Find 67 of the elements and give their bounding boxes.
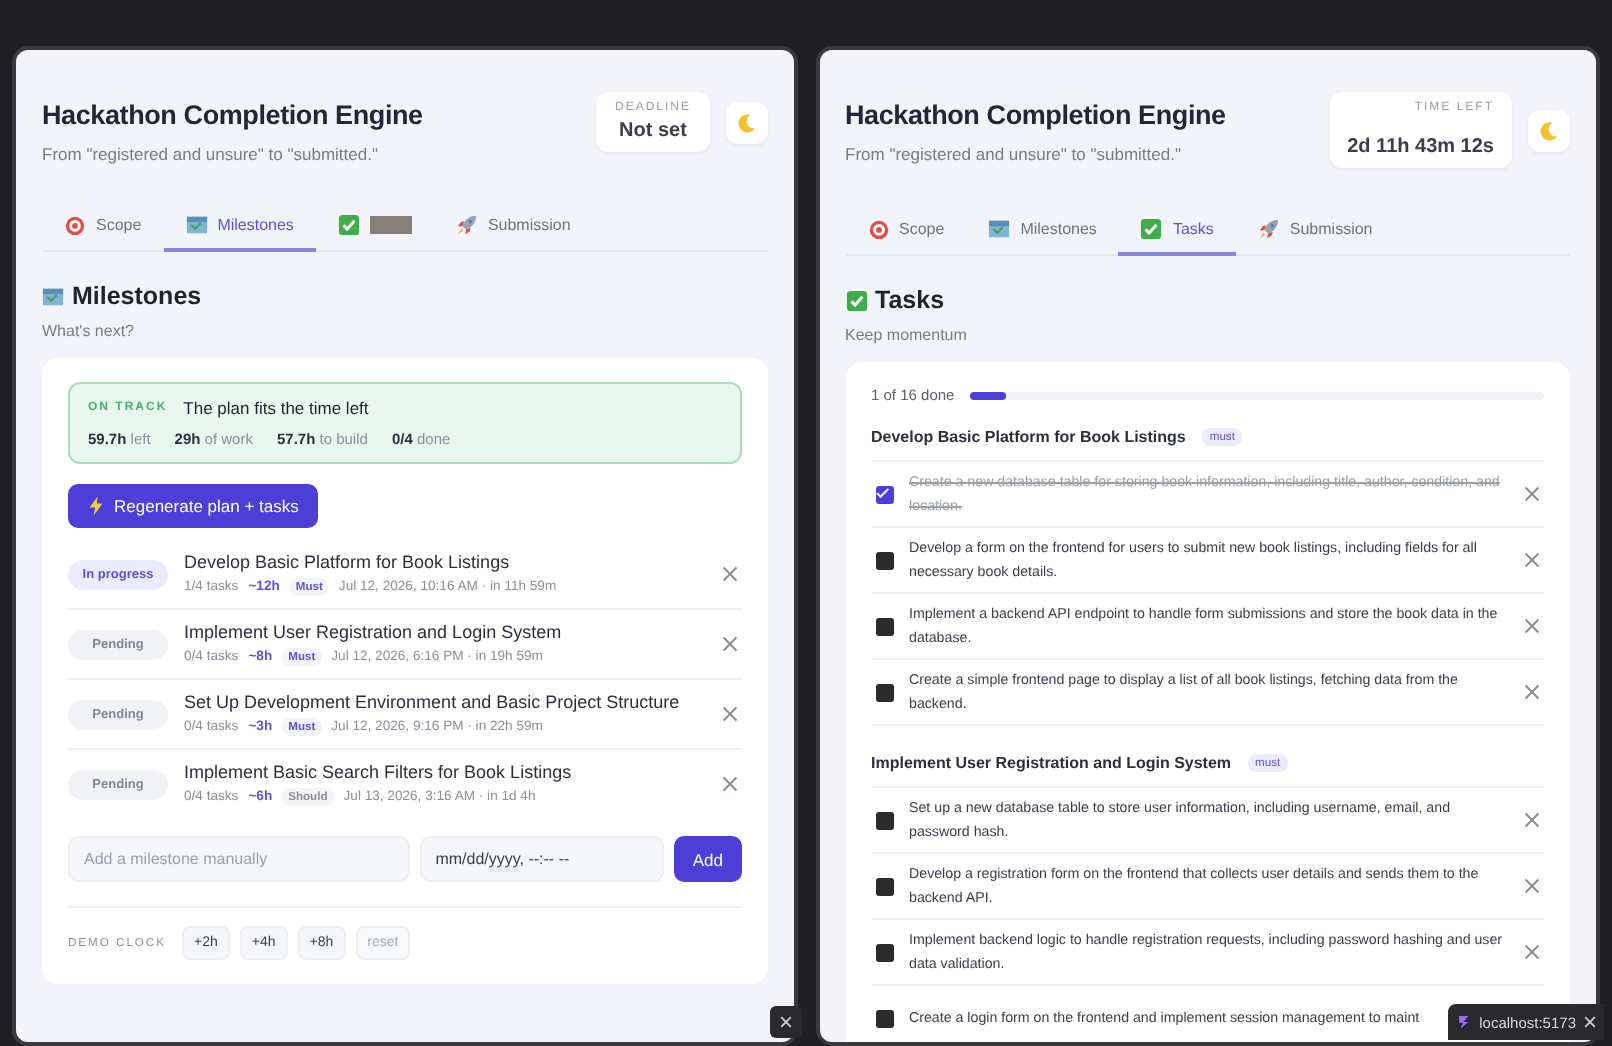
date-time-field[interactable]: mm/dd/yyyy, --:-- -- [419, 836, 665, 882]
close-icon [1524, 552, 1540, 568]
check-icon [845, 289, 867, 311]
task-checkbox[interactable] [875, 551, 893, 569]
close-icon [721, 566, 737, 582]
milestone-title: Implement User Registration and Login System [184, 622, 564, 642]
theme-toggle-button[interactable] [725, 101, 767, 143]
app-subtitle: From "registered and unsure" to "submitted." [845, 144, 1183, 164]
tab[interactable]: Milestones [163, 206, 316, 252]
add-button[interactable]: Add [674, 836, 741, 882]
task-checkbox[interactable] [875, 485, 893, 503]
moon-icon [735, 111, 757, 133]
theme-toggle-button[interactable] [1528, 109, 1570, 151]
close-button[interactable] [1584, 1016, 1596, 1028]
tab[interactable]: Tasks [1118, 210, 1236, 256]
map-icon [42, 285, 64, 307]
task-checkbox[interactable] [875, 943, 893, 961]
group-title: Implement User Registration and Login System [871, 754, 1232, 772]
app-title: Hackathon Completion Engine [845, 100, 1226, 130]
check-icon [337, 214, 360, 236]
tab[interactable]: Submission [1235, 210, 1395, 256]
tab[interactable]: Milestones [966, 210, 1119, 256]
moon-icon [1538, 119, 1560, 141]
section-caption: What's next? [42, 322, 136, 340]
section-heading: Tasks [875, 286, 945, 314]
app-subtitle: From "registered and unsure" to "submitted." [42, 144, 380, 164]
section-caption: Keep momentum [845, 326, 969, 344]
close-icon [721, 706, 737, 722]
task-checkbox[interactable] [875, 1009, 893, 1027]
task-checkbox[interactable] [875, 617, 893, 635]
close-icon [1524, 878, 1540, 894]
status-message: The plan fits the time left [183, 398, 369, 418]
lightning-icon [1456, 1014, 1472, 1030]
task-checkbox[interactable] [875, 811, 893, 829]
close-icon [1524, 618, 1540, 634]
close-icon [1524, 684, 1540, 700]
group-title: Develop Basic Platform for Book Listings [871, 428, 1186, 446]
close-icon [1584, 1016, 1596, 1028]
tab[interactable]: Submission [433, 206, 593, 252]
close-icon [721, 776, 737, 792]
close-icon [1524, 812, 1540, 828]
milestone-title: Set Up Development Environment and Basic Project Structure [184, 692, 682, 712]
milestone-title: Implement Basic Search Filters for Book Listings [184, 762, 574, 782]
section-heading: Milestones [72, 282, 202, 310]
tab[interactable]: Scope [845, 210, 967, 256]
milestone-input[interactable]: Add a milestone manually [68, 836, 410, 882]
close-icon [1524, 486, 1540, 502]
task-checkbox[interactable] [875, 683, 893, 701]
check-icon [1140, 218, 1163, 240]
timer-value: Not set [619, 120, 687, 142]
app-title: Hackathon Completion Engine [42, 100, 423, 130]
rocket-icon [455, 214, 478, 236]
map-icon [185, 214, 208, 236]
tab[interactable]: Scope [42, 206, 164, 252]
close-icon [1524, 944, 1540, 960]
timer-value: 2d 11h 43m 12s [1347, 136, 1494, 158]
rocket-icon [1257, 218, 1280, 240]
close-button[interactable] [770, 1006, 802, 1038]
regenerate-button[interactable]: Regenerate plan + tasks [68, 484, 319, 528]
target-icon [64, 214, 86, 236]
lightning-icon [88, 496, 104, 516]
map-icon [988, 218, 1011, 240]
target-icon [867, 218, 889, 240]
milestone-title: Develop Basic Platform for Book Listings [184, 552, 512, 572]
task-checkbox[interactable] [875, 877, 893, 895]
close-icon [780, 1016, 792, 1028]
close-icon [721, 636, 737, 652]
